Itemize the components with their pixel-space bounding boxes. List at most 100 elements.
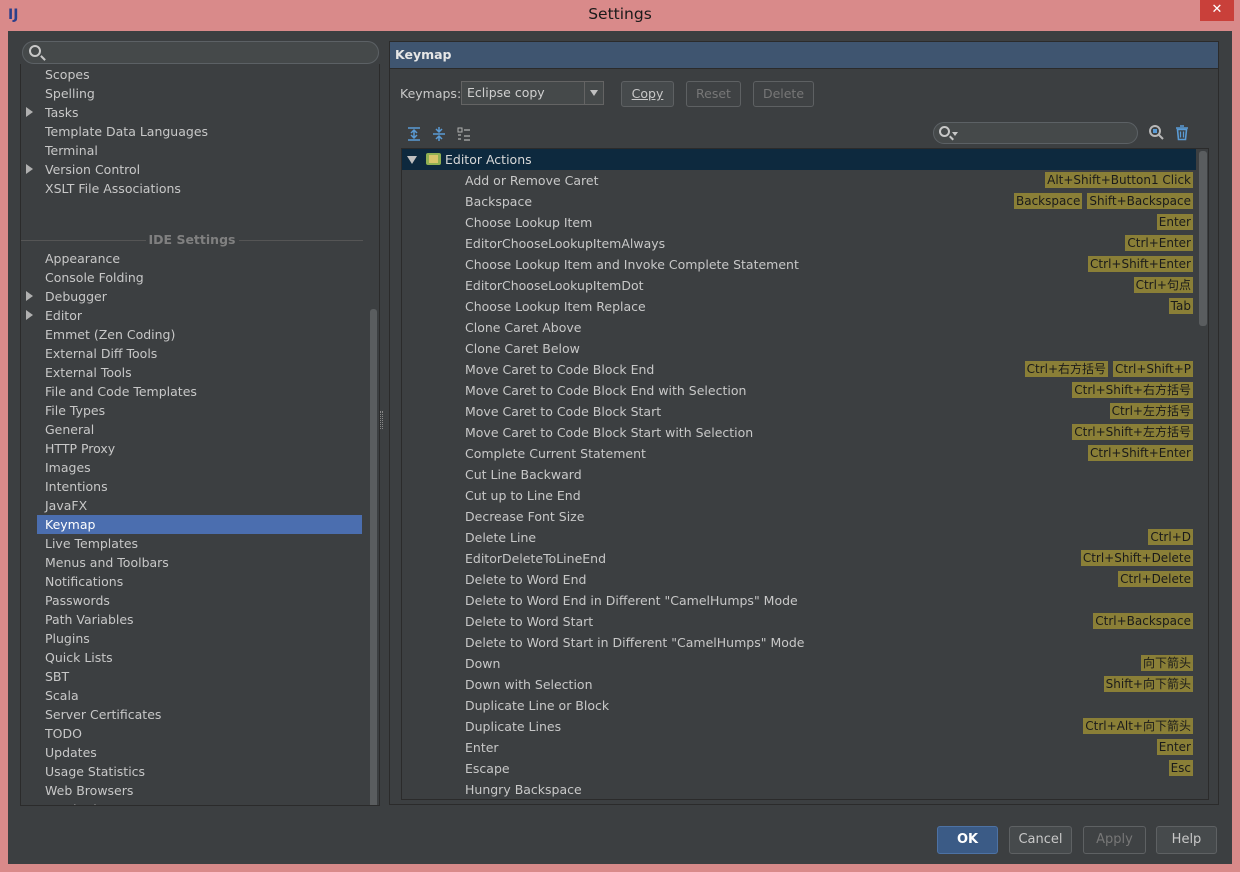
keymap-action-row[interactable]: Delete to Word Start Ctrl+Backspace — [402, 611, 1196, 632]
cancel-button[interactable]: Cancel — [1009, 826, 1072, 854]
copy-button[interactable]: Copy — [621, 81, 674, 107]
keymap-select[interactable]: Eclipse copy — [461, 81, 604, 105]
edit-shortcut-icon[interactable] — [456, 126, 472, 142]
keymap-action-row[interactable]: Delete to Word End Ctrl+Delete — [402, 569, 1196, 590]
sidebar-item-console-folding[interactable]: Console Folding — [45, 268, 144, 287]
sidebar-item-path-variables[interactable]: Path Variables — [45, 610, 134, 629]
trash-icon[interactable] — [1173, 124, 1191, 142]
keymap-action-row[interactable]: Move Caret to Code Block Start Ctrl+左方括号 — [402, 401, 1196, 422]
sidebar-item-live-templates[interactable]: Live Templates — [45, 534, 138, 553]
keymap-action-row[interactable]: Clone Caret Above — [402, 317, 1196, 338]
sidebar-item-emmet-zen-coding[interactable]: Emmet (Zen Coding) — [45, 325, 175, 344]
sidebar-item-general[interactable]: General — [45, 420, 94, 439]
sidebar-item-terminal[interactable]: Terminal — [45, 141, 98, 160]
sidebar-item-plugins[interactable]: Plugins — [45, 629, 90, 648]
keymap-action-row[interactable]: EditorDeleteToLineEnd Ctrl+Shift+Delete — [402, 548, 1196, 569]
chevron-down-icon[interactable] — [584, 82, 603, 104]
expand-arrow-icon[interactable] — [26, 164, 33, 174]
keymap-action-row[interactable]: Decrease Font Size — [402, 506, 1196, 527]
sidebar-item-appearance[interactable]: Appearance — [45, 249, 120, 268]
keymap-action-row[interactable]: Backspace Backspace Shift+Backspace — [402, 191, 1196, 212]
sidebar-item-spelling[interactable]: Spelling — [45, 84, 95, 103]
tree-scrollbar[interactable] — [370, 309, 377, 805]
keymap-action-row[interactable]: Clone Caret Below — [402, 338, 1196, 359]
sidebar-item-label: External Diff Tools — [45, 346, 158, 361]
keymap-action-row[interactable]: Cut Line Backward — [402, 464, 1196, 485]
tree-group-editor-actions[interactable]: Editor Actions — [402, 149, 1196, 170]
shortcut-list: Ctrl+D — [1148, 529, 1193, 546]
delete-button[interactable]: Delete — [753, 81, 814, 107]
sidebar-item-javafx[interactable]: JavaFX — [45, 496, 87, 515]
keymap-action-row[interactable]: Add or Remove Caret Alt+Shift+Button1 Cli… — [402, 170, 1196, 191]
keymap-action-row[interactable]: Choose Lookup Item Replace Tab — [402, 296, 1196, 317]
keymap-action-row[interactable]: Move Caret to Code Block Start with Sele… — [402, 422, 1196, 443]
settings-search-input[interactable] — [22, 41, 379, 64]
shortcut-filter-input[interactable] — [933, 122, 1138, 144]
keymap-action-row[interactable]: Move Caret to Code Block End with Select… — [402, 380, 1196, 401]
keymap-action-row[interactable]: Hungry Backspace — [402, 779, 1196, 799]
shortcut-badge: 向下箭头 — [1140, 655, 1193, 671]
sidebar-item-version-control[interactable]: Version Control — [26, 160, 140, 179]
expand-arrow-icon[interactable] — [26, 291, 33, 301]
shortcut-badge: Ctrl+Shift+Enter — [1088, 445, 1193, 461]
sidebar-item-xslt-file-associations[interactable]: XSLT File Associations — [45, 179, 181, 198]
sidebar-item-todo[interactable]: TODO — [45, 724, 82, 743]
apply-button[interactable]: Apply — [1083, 826, 1146, 854]
expand-arrow-icon[interactable] — [26, 107, 33, 117]
sidebar-item-file-types[interactable]: File Types — [45, 401, 105, 420]
sidebar-item-file-and-code-templates[interactable]: File and Code Templates — [45, 382, 197, 401]
keymap-action-row[interactable]: Choose Lookup Item and Invoke Complete S… — [402, 254, 1196, 275]
keymap-action-row[interactable]: Cut up to Line End — [402, 485, 1196, 506]
help-button[interactable]: Help — [1156, 826, 1217, 854]
sidebar-item-web-browsers[interactable]: Web Browsers — [45, 781, 133, 800]
sidebar-item-debugger[interactable]: Debugger — [26, 287, 107, 306]
sidebar-item-images[interactable]: Images — [45, 458, 91, 477]
sidebar-item-updates[interactable]: Updates — [45, 743, 97, 762]
sidebar-item-quick-lists[interactable]: Quick Lists — [45, 648, 113, 667]
keymap-action-row[interactable]: Enter Enter — [402, 737, 1196, 758]
sidebar-item-menus-and-toolbars[interactable]: Menus and Toolbars — [45, 553, 169, 572]
shortcut-list: Ctrl+Backspace — [1093, 613, 1193, 630]
sidebar-item-http-proxy[interactable]: HTTP Proxy — [45, 439, 115, 458]
sidebar-item-label: Quick Lists — [45, 650, 113, 665]
sidebar-item-notifications[interactable]: Notifications — [45, 572, 123, 591]
sidebar-item-xpath-viewer[interactable]: XPath Viewer — [45, 800, 128, 805]
sidebar-item-template-data-languages[interactable]: Template Data Languages — [45, 122, 208, 141]
panel-splitter-handle[interactable] — [380, 411, 383, 429]
sidebar-item-label: External Tools — [45, 365, 132, 380]
sidebar-item-external-tools[interactable]: External Tools — [45, 363, 132, 382]
keymap-action-row[interactable]: Move Caret to Code Block End Ctrl+右方括号 Ctr… — [402, 359, 1196, 380]
keymap-action-row[interactable]: Delete to Word Start in Different "Camel… — [402, 632, 1196, 653]
keymap-action-row[interactable]: Down 向下箭头 — [402, 653, 1196, 674]
sidebar-item-intentions[interactable]: Intentions — [45, 477, 108, 496]
sidebar-item-editor[interactable]: Editor — [26, 306, 82, 325]
keymap-action-row[interactable]: Choose Lookup Item Enter — [402, 212, 1196, 233]
keymap-action-row[interactable]: Complete Current Statement Ctrl+Shift+Ent… — [402, 443, 1196, 464]
sidebar-item-external-diff-tools[interactable]: External Diff Tools — [45, 344, 157, 363]
keymap-action-row[interactable]: EditorChooseLookupItemAlways Ctrl+Enter — [402, 233, 1196, 254]
keymap-action-row[interactable]: Down with Selection Shift+向下箭头 — [402, 674, 1196, 695]
expand-arrow-icon[interactable] — [26, 310, 33, 320]
expand-all-icon[interactable] — [406, 126, 422, 142]
keymap-action-row[interactable]: Delete to Word End in Different "CamelHu… — [402, 590, 1196, 611]
keymap-action-row[interactable]: Duplicate Line or Block — [402, 695, 1196, 716]
sidebar-item-scopes[interactable]: Scopes — [45, 65, 90, 84]
find-by-shortcut-icon[interactable] — [1148, 124, 1166, 142]
keymap-action-row[interactable]: Duplicate Lines Ctrl+Alt+向下箭头 — [402, 716, 1196, 737]
ok-button[interactable]: OK — [937, 826, 998, 854]
sidebar-item-scala[interactable]: Scala — [45, 686, 79, 705]
sidebar-item-sbt[interactable]: SBT — [45, 667, 69, 686]
keymap-action-row[interactable]: Escape Esc — [402, 758, 1196, 779]
chevron-down-icon[interactable] — [407, 156, 417, 164]
keymap-scrollbar[interactable] — [1199, 151, 1207, 326]
sidebar-item-server-certificates[interactable]: Server Certificates — [45, 705, 161, 724]
keymap-action-row[interactable]: Delete Line Ctrl+D — [402, 527, 1196, 548]
sidebar-item-passwords[interactable]: Passwords — [45, 591, 110, 610]
sidebar-item-tasks[interactable]: Tasks — [26, 103, 79, 122]
collapse-all-icon[interactable] — [431, 126, 447, 142]
sidebar-item-usage-statistics[interactable]: Usage Statistics — [45, 762, 145, 781]
reset-button[interactable]: Reset — [686, 81, 741, 107]
keymap-action-row[interactable]: EditorChooseLookupItemDot Ctrl+句点 — [402, 275, 1196, 296]
sidebar-item-keymap[interactable]: Keymap — [37, 515, 362, 534]
window-close-button[interactable]: ✕ — [1200, 0, 1234, 21]
